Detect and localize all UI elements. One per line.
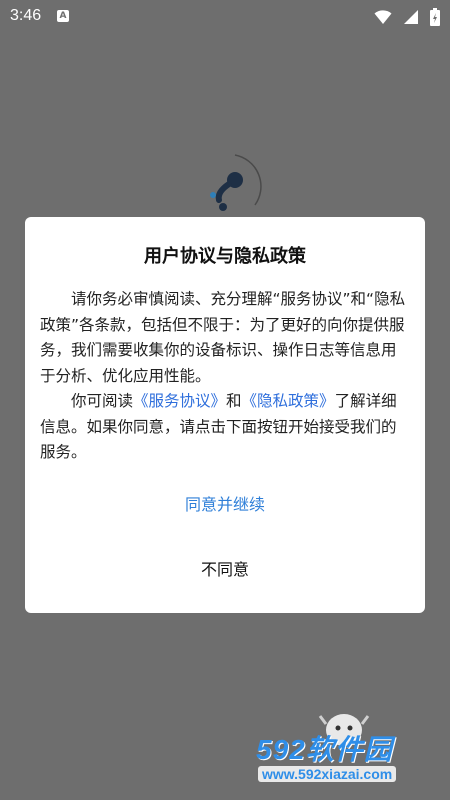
wifi-icon	[374, 9, 392, 24]
dialog-title: 用户协议与隐私政策	[144, 246, 306, 267]
battery-icon	[430, 7, 440, 26]
agree-continue-button[interactable]: 同意并继续	[25, 490, 425, 520]
agreement-dialog: 用户协议与隐私政策 请你务必审慎阅读、充分理解“服务协议”和“隐私政策”各条款，…	[25, 217, 425, 613]
app-logo-icon	[210, 154, 262, 211]
disagree-button[interactable]: 不同意	[25, 555, 425, 585]
status-bar: 3:46 A	[0, 0, 450, 32]
watermark-brand: 592软件园	[256, 734, 393, 765]
paragraph2-and: 和	[226, 392, 242, 410]
service-agreement-link[interactable]: 《服务协议》	[133, 392, 226, 410]
watermark: 592软件园 www.592xiazai.com	[248, 728, 448, 788]
privacy-policy-link[interactable]: 《隐私政策》	[242, 392, 335, 410]
paragraph2-prefix: 你可阅读	[71, 392, 134, 410]
agreement-paragraph-links: 你可阅读《服务协议》和《隐私政策》了解详细信息。如果你同意，请点击下面按钮开始接…	[40, 389, 410, 466]
watermark-url: www.592xiazai.com	[258, 766, 397, 782]
notification-a-icon: A	[57, 10, 69, 22]
status-time: 3:46	[10, 7, 42, 24]
agreement-paragraph: 请你务必审慎阅读、充分理解“服务协议”和“隐私政策”各条款，包括但不限于：为了更…	[40, 290, 406, 385]
dialog-body: 请你务必审慎阅读、充分理解“服务协议”和“隐私政策”各条款，包括但不限于：为了更…	[40, 287, 410, 466]
status-icons	[368, 7, 440, 26]
signal-icon	[404, 9, 419, 24]
